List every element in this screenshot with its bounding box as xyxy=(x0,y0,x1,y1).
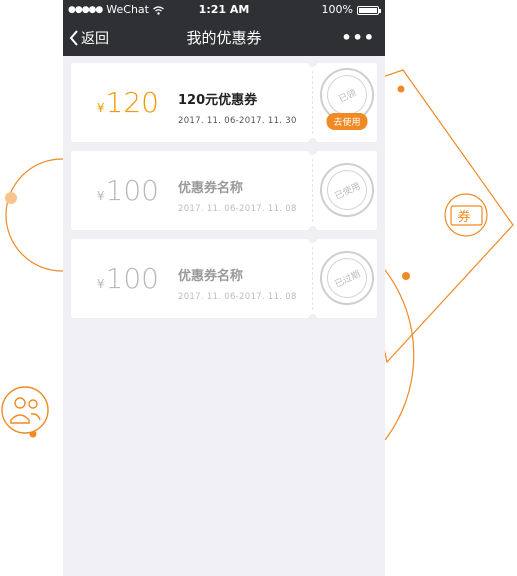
coupon-divider xyxy=(312,159,313,222)
coupon-card[interactable]: ¥ 120 120元优惠券 2017. 11. 06-2017. 11. 30 … xyxy=(71,58,377,147)
currency-symbol: ¥ xyxy=(96,100,105,115)
coupon-amount: ¥ 120 xyxy=(71,63,161,142)
coupon-divider xyxy=(312,247,313,310)
more-menu-button[interactable]: ••• xyxy=(341,20,375,56)
coupon-value: 120 xyxy=(105,86,159,119)
navigation-bar: 返回 我的优惠券 ••• xyxy=(63,20,385,56)
coupon-amount: ¥ 100 xyxy=(71,239,161,318)
page-title: 我的优惠券 xyxy=(186,29,262,47)
currency-symbol: ¥ xyxy=(96,276,105,291)
coupon-badge-icon: 券 xyxy=(444,193,488,237)
battery-icon xyxy=(357,5,381,15)
coupon-value: 100 xyxy=(105,174,159,207)
currency-symbol: ¥ xyxy=(96,188,105,203)
used-stamp-icon: 已使用 xyxy=(320,163,374,217)
coupon-amount: ¥ 100 xyxy=(71,151,161,230)
decor-dot xyxy=(5,192,17,204)
coupon-divider xyxy=(312,71,313,134)
coupon-badge-label: 券 xyxy=(457,209,470,225)
expired-stamp-icon: 已过期 xyxy=(320,251,374,305)
use-coupon-button[interactable]: 去使用 xyxy=(326,113,368,130)
coupon-card[interactable]: ¥ 100 优惠券名称 2017. 11. 06-2017. 11. 08 已过… xyxy=(71,234,377,323)
decor-dot xyxy=(402,272,410,280)
users-icon xyxy=(1,386,49,434)
phone-screen: ●●●●● WeChat 1:21 AM 100% 返回 我的优惠券 ••• ¥… xyxy=(63,0,385,576)
status-bar: ●●●●● WeChat 1:21 AM 100% xyxy=(63,0,385,20)
battery-percent: 100% xyxy=(321,3,353,16)
stamp-label: 已使用 xyxy=(320,163,374,217)
coupon-list: ¥ 120 120元优惠券 2017. 11. 06-2017. 11. 30 … xyxy=(63,56,385,323)
coupon-value: 100 xyxy=(105,262,159,295)
decor-dot xyxy=(397,85,405,93)
stamp-label: 已过期 xyxy=(320,251,374,305)
coupon-card[interactable]: ¥ 100 优惠券名称 2017. 11. 06-2017. 11. 08 已使… xyxy=(71,146,377,235)
right-decor-arc xyxy=(384,269,415,441)
